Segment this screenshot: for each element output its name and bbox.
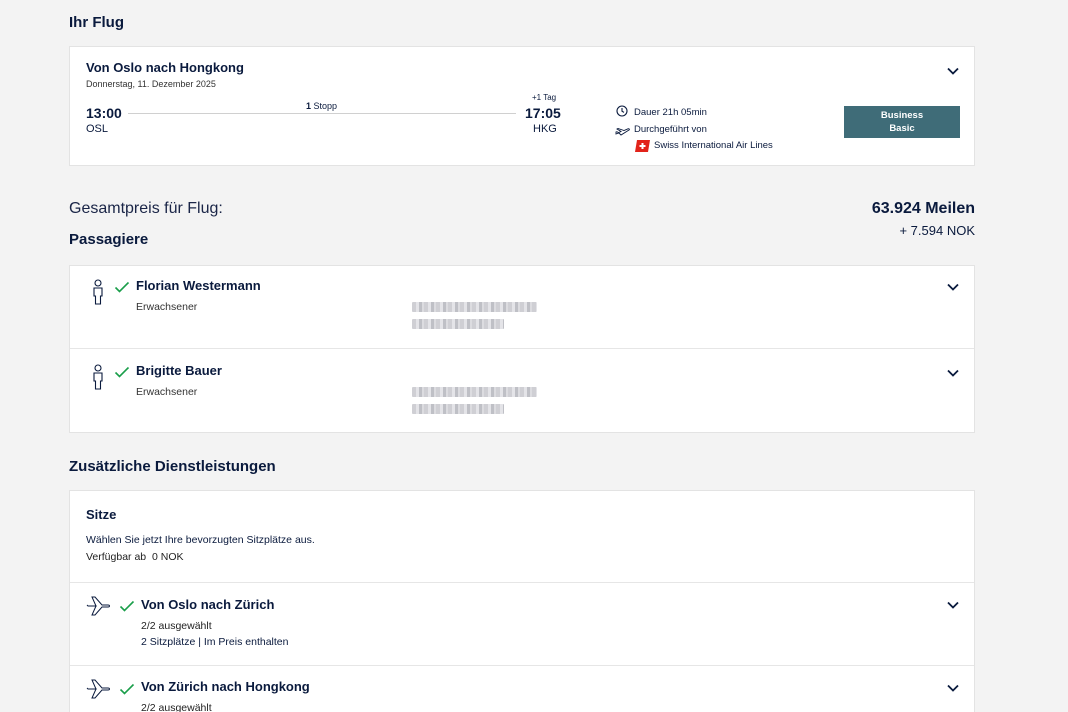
services-heading: Zusätzliche Dienstleistungen bbox=[69, 458, 276, 475]
departure-code: OSL bbox=[86, 123, 109, 135]
total-price-label: Gesamtpreis für Flug: bbox=[69, 200, 223, 217]
fare-line1: Business bbox=[880, 110, 924, 121]
fare-badge: Business Basic bbox=[844, 106, 960, 138]
seat-segment-row[interactable]: Von Oslo nach Zürich 2/2 ausgewählt 2 Si… bbox=[70, 583, 974, 665]
clock-icon bbox=[616, 104, 628, 122]
passenger-type: Erwachsener bbox=[136, 301, 198, 313]
segment-detail: 2 Sitzplätze | Im Preis enthalten bbox=[141, 636, 289, 648]
chevron-down-icon[interactable] bbox=[946, 683, 960, 693]
chevron-down-icon[interactable] bbox=[946, 368, 960, 378]
check-icon bbox=[119, 682, 135, 695]
flight-section-heading: Ihr Flug bbox=[69, 14, 124, 31]
segment-status: 2/2 ausgewählt bbox=[141, 702, 212, 712]
chevron-down-icon[interactable] bbox=[946, 66, 960, 76]
redacted-email bbox=[412, 302, 537, 312]
swiss-logo-icon bbox=[635, 139, 650, 157]
segment-title: Von Oslo nach Zürich bbox=[141, 597, 275, 612]
segment-title: Von Zürich nach Hongkong bbox=[141, 679, 310, 694]
flight-duration: Dauer 21h 05min bbox=[634, 107, 707, 118]
arrival-code: HKG bbox=[533, 123, 557, 135]
airplane-icon bbox=[86, 678, 112, 705]
person-icon bbox=[91, 364, 105, 395]
seats-available-value: 0 NOK bbox=[151, 551, 184, 563]
services-card: Sitze Wählen Sie jetzt Ihre bevorzugten … bbox=[69, 490, 975, 712]
operated-by-label: Durchgeführt von bbox=[634, 124, 707, 135]
total-miles: 63.924 Meilen bbox=[871, 200, 975, 217]
fare-line2: Basic bbox=[889, 123, 915, 134]
chevron-down-icon[interactable] bbox=[946, 282, 960, 292]
stops-label: Stopp bbox=[313, 101, 338, 111]
flight-timeline bbox=[128, 113, 516, 114]
departure-time: 13:00 bbox=[86, 105, 122, 121]
passenger-row[interactable]: Florian Westermann Erwachsener bbox=[70, 266, 974, 348]
stops-info: 1 Stopp bbox=[306, 101, 337, 111]
segment-status: 2/2 ausgewählt bbox=[141, 620, 212, 632]
airplane-takeoff-icon bbox=[615, 124, 630, 142]
person-icon bbox=[91, 279, 105, 310]
seats-available: Verfügbar ab 0 NOK bbox=[86, 551, 184, 563]
passenger-name: Brigitte Bauer bbox=[136, 363, 222, 378]
passengers-card: Florian Westermann Erwachsener Brigitte … bbox=[69, 265, 975, 433]
passenger-name: Florian Westermann bbox=[136, 278, 261, 293]
redacted-phone bbox=[412, 319, 504, 329]
day-offset: +1 Tag bbox=[532, 93, 557, 102]
passengers-heading: Passagiere bbox=[69, 231, 149, 248]
arrival-time: 17:05 bbox=[525, 105, 561, 121]
flight-route-title: Von Oslo nach Hongkong bbox=[86, 60, 244, 75]
check-icon bbox=[114, 365, 130, 378]
airline-name: Swiss International Air Lines bbox=[654, 140, 773, 151]
total-cash: + 7.594 NOK bbox=[899, 223, 975, 238]
seats-title: Sitze bbox=[86, 507, 117, 522]
stops-count: 1 bbox=[306, 101, 312, 111]
passenger-type: Erwachsener bbox=[136, 386, 198, 398]
redacted-email bbox=[412, 387, 537, 397]
flight-date: Donnerstag, 11. Dezember 2025 bbox=[86, 79, 216, 89]
seats-prompt[interactable]: Wählen Sie jetzt Ihre bevorzugten Sitzpl… bbox=[86, 534, 315, 546]
passenger-row[interactable]: Brigitte Bauer Erwachsener bbox=[70, 349, 974, 433]
airplane-icon bbox=[86, 595, 112, 622]
flight-card: Von Oslo nach Hongkong Donnerstag, 11. D… bbox=[69, 46, 975, 166]
seats-available-prefix: Verfügbar ab bbox=[86, 551, 147, 563]
check-icon bbox=[119, 599, 135, 612]
chevron-down-icon[interactable] bbox=[946, 600, 960, 610]
seat-segment-row[interactable]: Von Zürich nach Hongkong 2/2 ausgewählt bbox=[70, 666, 974, 712]
check-icon bbox=[114, 280, 130, 293]
redacted-phone bbox=[412, 404, 504, 414]
